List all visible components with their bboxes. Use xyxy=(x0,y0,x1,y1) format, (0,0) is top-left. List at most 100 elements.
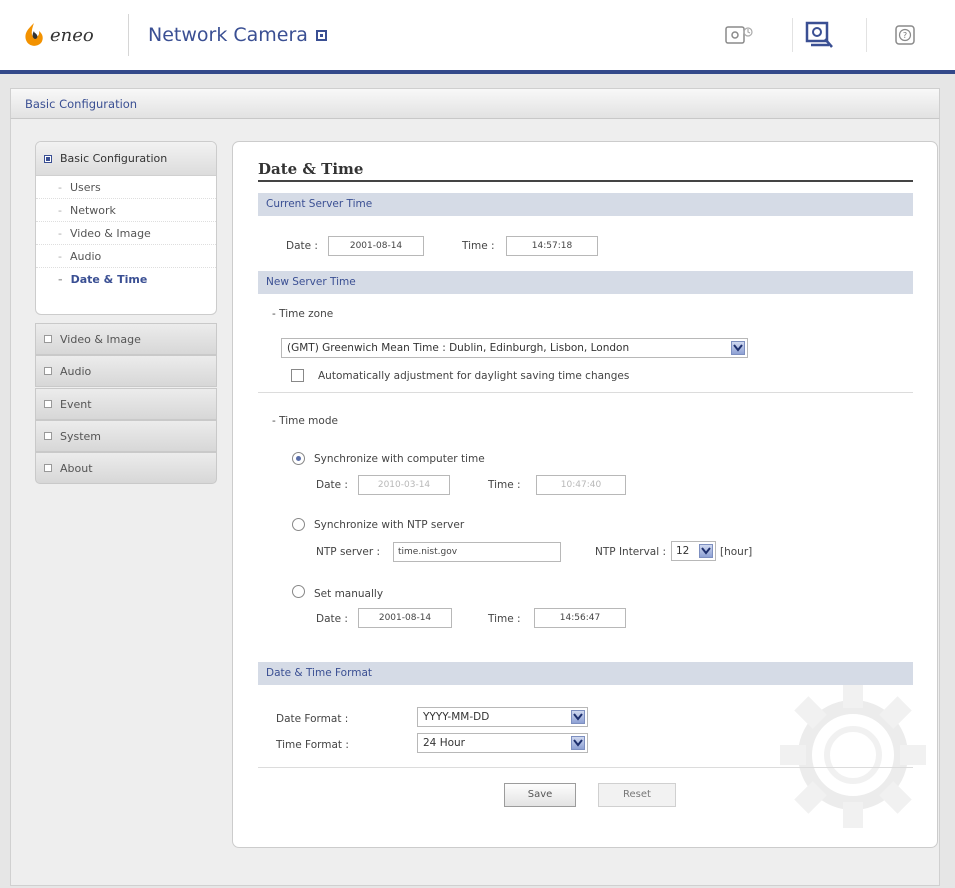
ntp-server-label: NTP server : xyxy=(316,546,381,558)
dash-icon: - xyxy=(58,203,62,217)
header-rule xyxy=(0,70,955,74)
brand-logo: eneo xyxy=(22,20,94,50)
date-format-value: YYYY-MM-DD xyxy=(423,711,490,723)
manual-time-label: Time : xyxy=(488,613,521,625)
new-server-time-header: New Server Time xyxy=(258,271,913,294)
help-icon[interactable]: ? xyxy=(890,20,920,50)
sidebar-item-users[interactable]: - Users xyxy=(36,176,216,199)
sidebar-group-header[interactable]: Basic Configuration xyxy=(36,142,216,176)
sidebar-item-label: Video & Image xyxy=(69,226,151,240)
time-zone-label: - Time zone xyxy=(272,308,334,320)
product-title-text: Network Camera xyxy=(148,24,308,46)
set-manually-radio[interactable] xyxy=(292,585,305,598)
sync-computer-time-field: 10:47:40 xyxy=(536,475,626,495)
product-title: Network Camera xyxy=(148,24,327,46)
dst-checkbox[interactable] xyxy=(291,369,304,382)
sidebar-item-video-image[interactable]: - Video & Image xyxy=(36,222,216,245)
manual-date-input[interactable]: 2001-08-14 xyxy=(358,608,452,628)
sidebar-item-network[interactable]: - Network xyxy=(36,199,216,222)
page-title: Date & Time xyxy=(258,160,364,178)
sidebar-item-label: System xyxy=(60,429,102,443)
date-time-format-header: Date & Time Format xyxy=(258,662,913,685)
chevron-down-icon xyxy=(731,341,745,355)
expand-icon xyxy=(44,335,52,343)
current-date-label: Date : xyxy=(286,240,318,252)
sidebar-item-audio-menu[interactable]: Audio xyxy=(35,355,217,387)
live-view-icon[interactable] xyxy=(724,20,754,50)
sync-computer-label: Synchronize with computer time xyxy=(314,453,485,465)
header-divider xyxy=(128,14,129,56)
time-mode-label: - Time mode xyxy=(272,415,338,427)
time-format-value: 24 Hour xyxy=(423,737,465,749)
sync-computer-radio[interactable] xyxy=(292,452,305,465)
sync-ntp-radio[interactable] xyxy=(292,518,305,531)
current-time-label: Time : xyxy=(462,240,495,252)
header-icon-divider xyxy=(792,18,793,52)
ntp-interval-select[interactable]: 12 xyxy=(671,541,716,561)
dash-icon: - xyxy=(58,180,62,194)
chevron-down-icon xyxy=(699,544,713,558)
sidebar-item-label: Date & Time xyxy=(70,273,148,286)
time-zone-value: (GMT) Greenwich Mean Time : Dublin, Edin… xyxy=(287,342,630,354)
current-time-field: 14:57:18 xyxy=(506,236,598,256)
breadcrumb: Basic Configuration xyxy=(25,97,138,111)
dash-icon: - xyxy=(58,249,62,263)
current-server-time-header: Current Server Time xyxy=(258,193,913,216)
sidebar-group-basic-configuration: Basic Configuration - Users - Network - Vid… xyxy=(35,141,217,315)
sidebar-item-label: About xyxy=(60,461,93,475)
sync-ntp-label: Synchronize with NTP server xyxy=(314,519,465,531)
time-format-select[interactable]: 24 Hour xyxy=(417,733,588,753)
dst-label: Automatically adjustment for daylight sa… xyxy=(318,370,630,382)
brand-logo-text: eneo xyxy=(50,24,94,46)
expand-icon xyxy=(44,464,52,472)
ntp-interval-value: 12 xyxy=(676,545,690,557)
svg-text:?: ? xyxy=(903,31,907,40)
time-zone-select[interactable]: (GMT) Greenwich Mean Time : Dublin, Edin… xyxy=(281,338,748,358)
time-format-label: Time Format : xyxy=(276,739,349,751)
save-button[interactable]: Save xyxy=(504,783,576,807)
expand-icon xyxy=(44,400,52,408)
ntp-interval-unit: [hour] xyxy=(720,546,753,558)
dash-icon: - xyxy=(58,273,63,286)
date-format-select[interactable]: YYYY-MM-DD xyxy=(417,707,588,727)
camera-mark-icon xyxy=(315,30,327,41)
sidebar-item-label: Users xyxy=(69,180,101,194)
sync-computer-date-field: 2010-03-14 xyxy=(358,475,450,495)
gear-watermark-icon xyxy=(780,682,926,828)
section-divider xyxy=(258,392,913,393)
dash-icon: - xyxy=(58,226,62,240)
reset-button[interactable]: Reset xyxy=(598,783,676,807)
sync-computer-date-label: Date : xyxy=(316,479,348,491)
current-date-field: 2001-08-14 xyxy=(328,236,424,256)
set-manually-label: Set manually xyxy=(314,588,384,600)
sidebar-item-audio[interactable]: - Audio xyxy=(36,245,216,268)
expand-icon xyxy=(44,432,52,440)
sidebar-item-date-time[interactable]: - Date & Time xyxy=(36,268,216,291)
ntp-interval-label: NTP Interval : xyxy=(595,546,667,558)
sidebar-item-label: Network xyxy=(69,203,116,217)
ntp-server-input[interactable]: time.nist.gov xyxy=(393,542,561,562)
brand-flame-icon xyxy=(25,23,43,46)
chevron-down-icon xyxy=(571,736,585,750)
breadcrumb-bar: Basic Configuration xyxy=(10,88,940,118)
sidebar-item-label: Audio xyxy=(69,249,102,263)
sidebar-item-about[interactable]: About xyxy=(35,452,217,484)
header-icon-divider xyxy=(866,18,867,52)
sidebar-group-title: Basic Configuration xyxy=(60,152,168,165)
sidebar-item-video-image-menu[interactable]: Video & Image xyxy=(35,323,217,355)
sidebar-item-label: Video & Image xyxy=(60,332,141,346)
manual-date-label: Date : xyxy=(316,613,348,625)
app-header: eneo Network Camera ? xyxy=(0,0,955,74)
sidebar-item-label: Audio xyxy=(60,364,92,378)
sidebar-item-system[interactable]: System xyxy=(35,420,217,452)
sidebar-item-label: Event xyxy=(60,397,92,411)
manual-time-input[interactable]: 14:56:47 xyxy=(534,608,626,628)
sidebar-item-event[interactable]: Event xyxy=(35,388,217,420)
title-rule xyxy=(258,180,913,182)
sync-computer-time-label: Time : xyxy=(488,479,521,491)
date-format-label: Date Format : xyxy=(276,713,349,725)
section-divider xyxy=(258,767,913,768)
chevron-down-icon xyxy=(571,710,585,724)
expand-icon xyxy=(44,367,52,375)
setup-icon[interactable] xyxy=(805,20,835,50)
